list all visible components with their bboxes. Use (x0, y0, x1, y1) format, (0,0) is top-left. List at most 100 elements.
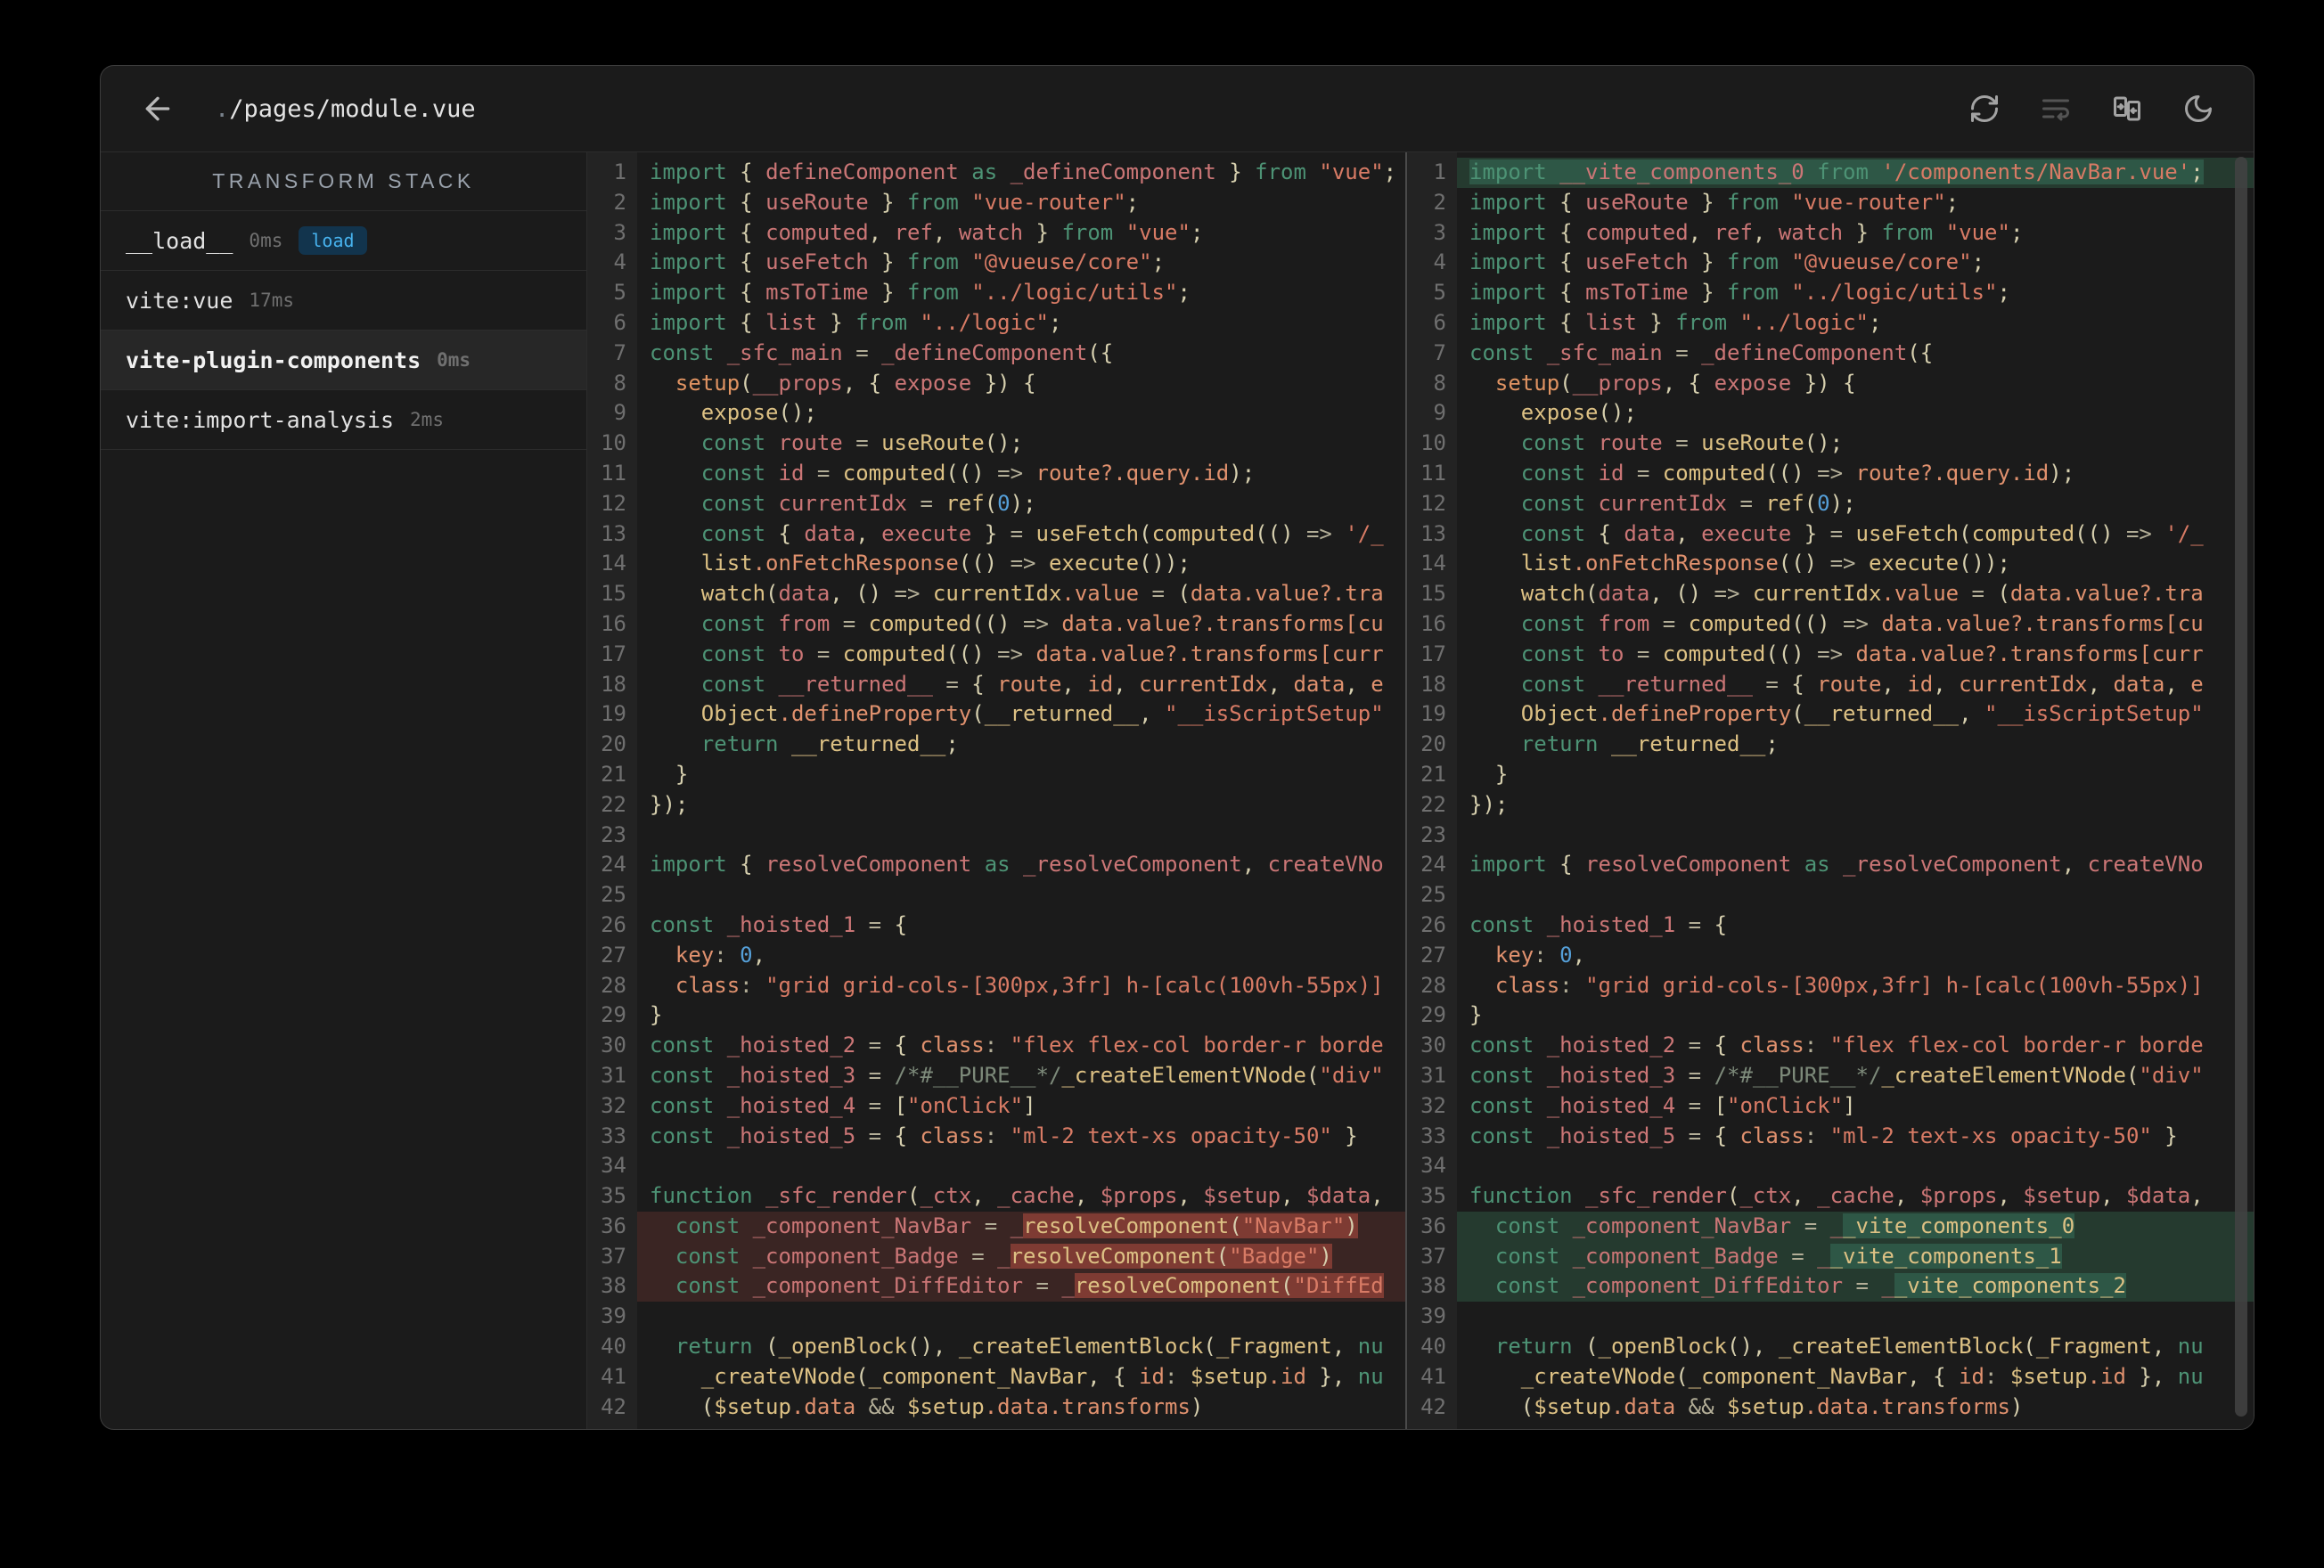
line-content: const to = computed(() => data.value?.tr… (1520, 641, 2204, 666)
line-content: const _hoisted_2 = { class: "flex flex-c… (650, 1033, 1384, 1058)
toolbar-icons (1968, 93, 2214, 125)
line-content: return (_openBlock(), _createElementBloc… (675, 1334, 1384, 1360)
code-line-original-13: 13 const { data, execute } = useFetch(co… (587, 519, 1405, 550)
line-content: const _hoisted_3 = /*#__PURE__*/_createE… (650, 1062, 1384, 1088)
vertical-scrollbar[interactable] (2235, 157, 2247, 1417)
line-number: 1 (1433, 159, 1446, 184)
sidebar-item-vite-vue[interactable]: vite:vue 17ms (101, 271, 586, 331)
code-line-original-24: 24 import { resolveComponent as _resolveC… (587, 850, 1405, 880)
line-content: expose(); (700, 400, 817, 426)
code-line-transformed-7: 7 const _sfc_main = _defineComponent({ (1407, 339, 2254, 369)
line-content: expose(); (1520, 400, 1637, 426)
main-area: TRANSFORM STACK __load__ 0ms load vite:v… (101, 152, 2254, 1429)
code-line-transformed-11: 11 const id = computed(() => route?.quer… (1407, 459, 2254, 489)
line-content: const route = useRoute(); (700, 430, 1024, 456)
line-number: 28 (1420, 972, 1446, 998)
line-content: import { msToTime } from "../logic/utils… (650, 280, 1191, 306)
code-line-transformed-24: 24 import { resolveComponent as _resolveC… (1407, 850, 2254, 880)
line-number: 16 (1420, 610, 1446, 636)
line-content (637, 880, 1405, 911)
code-panel-transformed[interactable]: 1 import __vite_components_0 from '/compo… (1407, 152, 2254, 1429)
line-number: 27 (601, 942, 626, 968)
line-number: 11 (601, 460, 626, 486)
line-content: const _hoisted_1 = { (1469, 911, 1728, 937)
line-number: 11 (1420, 460, 1446, 486)
line-content (637, 1151, 1405, 1181)
line-number: 33 (601, 1123, 626, 1148)
code-line-transformed-6: 6 import { list } from "../logic"; (1407, 308, 2254, 339)
line-number: 29 (1420, 1002, 1446, 1028)
line-content: const _component_Badge = _resolveCompone… (637, 1241, 1405, 1272)
line-number: 42 (601, 1393, 626, 1419)
line-content (1457, 880, 2254, 911)
line-content: const _sfc_main = _defineComponent({ (650, 339, 1114, 365)
line-content: ($setup.data && $setup.data.transforms) (1520, 1393, 2024, 1419)
line-number: 4 (613, 249, 626, 275)
refresh-icon[interactable] (1968, 93, 2001, 125)
line-content: import { msToTime } from "../logic/utils… (1469, 280, 2010, 306)
code-line-transformed-34: 34 (1407, 1151, 2254, 1181)
code-line-original-36: 36 const _component_NavBar = _resolveCom… (587, 1211, 1405, 1242)
line-number: 9 (1433, 400, 1446, 426)
code-line-original-10: 10 const route = useRoute(); (587, 429, 1405, 459)
line-number: 8 (613, 370, 626, 396)
line-content: const { data, execute } = useFetch(compu… (1520, 520, 2204, 546)
code-line-transformed-41: 41 _createVNode(_component_NavBar, { id:… (1407, 1362, 2254, 1392)
line-content: const __returned__ = { route, id, curren… (1520, 671, 2204, 697)
plugin-name: vite-plugin-components (126, 347, 421, 373)
line-number: 25 (601, 882, 626, 908)
line-number: 21 (1420, 761, 1446, 787)
sidebar-item-load[interactable]: __load__ 0ms load (101, 211, 586, 271)
line-content: import { list } from "../logic"; (650, 309, 1062, 335)
arrow-left-icon (145, 96, 170, 121)
sidebar-item-vite-plugin-components[interactable]: vite-plugin-components 0ms (101, 331, 586, 390)
line-content: key: 0, (675, 942, 766, 968)
line-number: 4 (1433, 249, 1446, 275)
code-line-original-18: 18 const __returned__ = { route, id, cur… (587, 670, 1405, 700)
code-line-original-14: 14 list.onFetchResponse(() => execute())… (587, 549, 1405, 579)
line-content: return __returned__; (700, 731, 959, 757)
code-panel-original[interactable]: 1 import { defineComponent as _defineComp… (587, 152, 1407, 1429)
code-line-original-30: 30 const _hoisted_2 = { class: "flex flex… (587, 1031, 1405, 1061)
line-number: 15 (1420, 581, 1446, 607)
code-line-transformed-3: 3 import { computed, ref, watch } from "v… (1407, 218, 2254, 249)
line-number: 18 (601, 671, 626, 697)
code-line-transformed-23: 23 (1407, 821, 2254, 851)
line-content (1457, 821, 2254, 851)
line-number: 31 (1420, 1062, 1446, 1088)
code-line-transformed-16: 16 const from = computed(() => data.valu… (1407, 609, 2254, 640)
code-line-original-7: 7 const _sfc_main = _defineComponent({ (587, 339, 1405, 369)
line-content: Object.defineProperty(__returned__, "__i… (700, 701, 1384, 727)
wrap-lines-icon[interactable] (2040, 93, 2072, 125)
line-number: 2 (1433, 189, 1446, 215)
line-number: 32 (601, 1092, 626, 1118)
code-line-transformed-32: 32 const _hoisted_4 = ["onClick"] (1407, 1091, 2254, 1122)
code-line-original-9: 9 expose(); (587, 398, 1405, 429)
code-line-transformed-10: 10 const route = useRoute(); (1407, 429, 2254, 459)
line-content: _createVNode(_component_NavBar, { id: $s… (700, 1363, 1384, 1389)
code-line-original-8: 8 setup(__props, { expose }) { (587, 369, 1405, 399)
compare-panels-icon[interactable] (2111, 93, 2143, 125)
line-content: setup(__props, { expose }) { (1494, 370, 1856, 396)
line-content: import { computed, ref, watch } from "vu… (1469, 219, 2024, 245)
line-number: 40 (1420, 1334, 1446, 1360)
sidebar-item-vite-import-analysis[interactable]: vite:import-analysis 2ms (101, 390, 586, 450)
code-line-transformed-31: 31 const _hoisted_3 = /*#__PURE__*/_creat… (1407, 1061, 2254, 1091)
back-button[interactable] (140, 91, 176, 127)
line-number: 20 (601, 731, 626, 757)
transform-stack-sidebar: TRANSFORM STACK __load__ 0ms load vite:v… (101, 152, 587, 1429)
code-line-transformed-19: 19 Object.defineProperty(__returned__, "… (1407, 699, 2254, 730)
code-line-original-31: 31 const _hoisted_3 = /*#__PURE__*/_creat… (587, 1061, 1405, 1091)
line-content: import { useRoute } from "vue-router"; (650, 189, 1140, 215)
line-number: 41 (1420, 1363, 1446, 1389)
line-content (637, 1302, 1405, 1332)
plugin-name: vite:vue (126, 287, 233, 314)
moon-icon[interactable] (2182, 93, 2214, 125)
file-path: ./pages/module.vue (215, 95, 476, 123)
line-number: 38 (601, 1273, 626, 1299)
code-line-original-34: 34 (587, 1151, 1405, 1181)
code-rows-transformed: 1 import __vite_components_0 from '/compo… (1407, 152, 2254, 1422)
line-number: 29 (601, 1002, 626, 1028)
code-line-transformed-9: 9 expose(); (1407, 398, 2254, 429)
line-content: class: "grid grid-cols-[300px,3fr] h-[ca… (675, 972, 1384, 998)
